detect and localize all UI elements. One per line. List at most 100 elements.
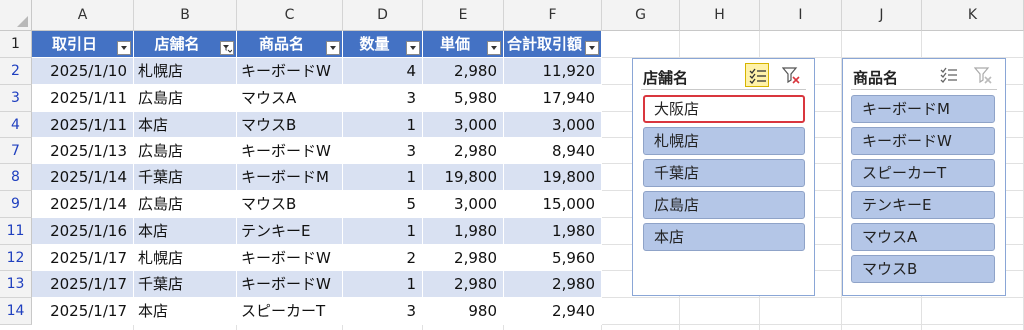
table-cell[interactable]: 2,980: [423, 138, 504, 164]
column-header-E[interactable]: E: [423, 0, 504, 31]
column-header-C[interactable]: C: [237, 0, 343, 31]
slicer-item[interactable]: 千葉店: [643, 159, 805, 187]
table-cell[interactable]: 2025/1/11: [32, 112, 134, 138]
table-cell[interactable]: 2025/1/17: [32, 298, 134, 325]
table-cell[interactable]: 1: [343, 218, 423, 245]
slicer-item[interactable]: キーボードW: [851, 127, 995, 155]
slicer-item[interactable]: 札幌店: [643, 127, 805, 155]
table-cell[interactable]: 2,980: [423, 58, 504, 85]
row-header[interactable]: 12: [0, 245, 32, 271]
table-cell[interactable]: 8,940: [504, 138, 602, 164]
table-cell[interactable]: 2025/1/16: [32, 218, 134, 245]
table-cell[interactable]: 2025/1/14: [32, 191, 134, 218]
row-header[interactable]: 1: [0, 31, 32, 58]
table-cell[interactable]: 広島店: [134, 138, 237, 164]
row-header[interactable]: 9: [0, 191, 32, 218]
table-cell[interactable]: 3: [343, 85, 423, 112]
filter-dropdown-icon[interactable]: [585, 41, 599, 55]
table-cell[interactable]: キーボードW: [237, 58, 343, 85]
multi-select-icon[interactable]: [937, 63, 961, 87]
table-cell[interactable]: 本店: [134, 112, 237, 138]
table-cell[interactable]: 2,940: [504, 298, 602, 325]
filter-dropdown-icon[interactable]: [117, 41, 131, 55]
table-cell[interactable]: 2: [343, 245, 423, 271]
table-cell[interactable]: 1,980: [504, 218, 602, 245]
column-header-H[interactable]: H: [680, 0, 760, 31]
table-cell[interactable]: 2025/1/14: [32, 164, 134, 191]
column-header-D[interactable]: D: [343, 0, 423, 31]
table-cell[interactable]: 5: [343, 191, 423, 218]
table-cell[interactable]: 広島店: [134, 191, 237, 218]
clear-filter-icon[interactable]: [779, 63, 803, 87]
column-header-G[interactable]: G: [602, 0, 680, 31]
table-cell[interactable]: テンキーE: [237, 218, 343, 245]
multi-select-icon[interactable]: [745, 63, 769, 87]
table-cell[interactable]: 5,980: [423, 85, 504, 112]
table-cell[interactable]: 2,980: [423, 245, 504, 271]
table-cell[interactable]: 2,980: [423, 271, 504, 298]
slicer-item[interactable]: 本店: [643, 223, 805, 251]
row-header[interactable]: 2: [0, 58, 32, 85]
column-header-A[interactable]: A: [32, 0, 134, 31]
filter-dropdown-icon[interactable]: [487, 41, 501, 55]
row-header[interactable]: 11: [0, 218, 32, 245]
table-cell[interactable]: スピーカーT: [237, 298, 343, 325]
table-cell[interactable]: 15,000: [504, 191, 602, 218]
table-cell[interactable]: キーボードW: [237, 138, 343, 164]
row-header[interactable]: 8: [0, 164, 32, 191]
table-cell[interactable]: 広島店: [134, 85, 237, 112]
table-cell[interactable]: 3,000: [504, 112, 602, 138]
table-cell[interactable]: マウスA: [237, 85, 343, 112]
table-cell[interactable]: 3: [343, 138, 423, 164]
filter-dropdown-icon[interactable]: [326, 41, 340, 55]
slicer-item[interactable]: マウスB: [851, 255, 995, 283]
table-cell[interactable]: 2025/1/17: [32, 245, 134, 271]
table-cell[interactable]: 17,940: [504, 85, 602, 112]
slicer-item[interactable]: スピーカーT: [851, 159, 995, 187]
row-header[interactable]: 13: [0, 271, 32, 298]
table-cell[interactable]: 札幌店: [134, 58, 237, 85]
table-cell[interactable]: 3,000: [423, 191, 504, 218]
table-cell[interactable]: 1,980: [423, 218, 504, 245]
table-cell[interactable]: キーボードW: [237, 271, 343, 298]
column-header-J[interactable]: J: [842, 0, 922, 31]
filter-active-icon[interactable]: [220, 41, 234, 55]
select-all-button[interactable]: [0, 0, 32, 31]
column-header-F[interactable]: F: [504, 0, 602, 31]
column-header-I[interactable]: I: [760, 0, 842, 31]
table-cell[interactable]: キーボードW: [237, 245, 343, 271]
table-cell[interactable]: 3,000: [423, 112, 504, 138]
table-cell[interactable]: 2025/1/13: [32, 138, 134, 164]
slicer-item[interactable]: 広島店: [643, 191, 805, 219]
table-cell[interactable]: 19,800: [423, 164, 504, 191]
table-cell[interactable]: キーボードM: [237, 164, 343, 191]
row-header[interactable]: 3: [0, 85, 32, 112]
filter-dropdown-icon[interactable]: [406, 41, 420, 55]
column-header-B[interactable]: B: [134, 0, 237, 31]
table-cell[interactable]: 980: [423, 298, 504, 325]
table-cell[interactable]: 3: [343, 298, 423, 325]
table-cell[interactable]: マウスB: [237, 191, 343, 218]
table-cell[interactable]: 2025/1/10: [32, 58, 134, 85]
clear-filter-icon[interactable]: [971, 63, 995, 87]
table-cell[interactable]: 19,800: [504, 164, 602, 191]
slicer-item[interactable]: テンキーE: [851, 191, 995, 219]
slicer-item[interactable]: マウスA: [851, 223, 995, 251]
table-cell[interactable]: 1: [343, 112, 423, 138]
row-header[interactable]: 4: [0, 112, 32, 138]
slicer-item[interactable]: 大阪店: [643, 95, 805, 123]
table-cell[interactable]: 本店: [134, 218, 237, 245]
table-cell[interactable]: 4: [343, 58, 423, 85]
row-header[interactable]: 14: [0, 298, 32, 325]
table-cell[interactable]: 2025/1/17: [32, 271, 134, 298]
column-header-K[interactable]: K: [922, 0, 1024, 31]
table-cell[interactable]: 本店: [134, 298, 237, 325]
table-cell[interactable]: 1: [343, 164, 423, 191]
table-cell[interactable]: 11,920: [504, 58, 602, 85]
row-header[interactable]: 7: [0, 138, 32, 164]
table-cell[interactable]: 千葉店: [134, 164, 237, 191]
table-cell[interactable]: 札幌店: [134, 245, 237, 271]
table-cell[interactable]: 5,960: [504, 245, 602, 271]
table-cell[interactable]: 2,980: [504, 271, 602, 298]
table-cell[interactable]: 2025/1/11: [32, 85, 134, 112]
